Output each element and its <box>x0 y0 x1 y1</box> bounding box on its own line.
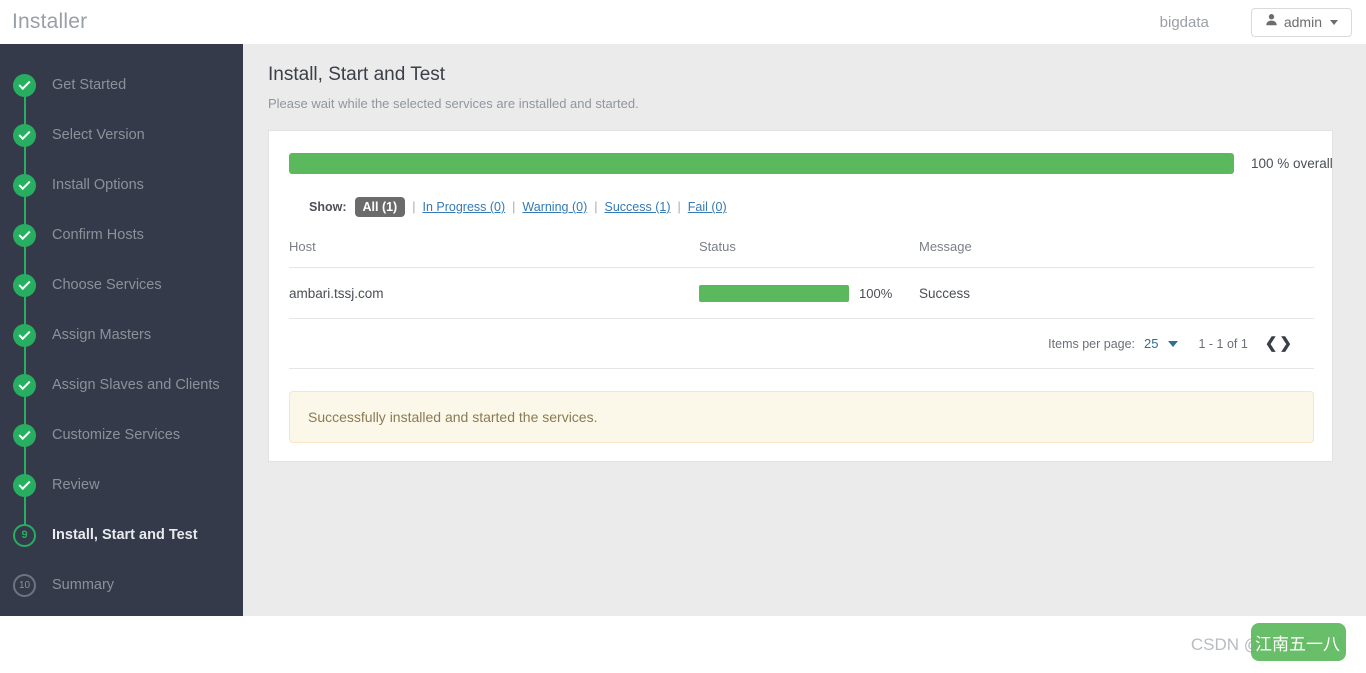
step-check-icon <box>13 423 36 447</box>
overall-progress-row: 100 % overall <box>289 153 1333 174</box>
user-menu-label: admin <box>1283 14 1322 30</box>
column-header-host[interactable]: Host <box>289 239 699 268</box>
watermark-strip: CSDN @江南五一八 江南五一八 <box>0 616 1366 673</box>
host-progress-label: 100% <box>859 286 893 301</box>
filter-warning[interactable]: Warning (0) <box>522 200 587 214</box>
main-content: Install, Start and Test Please wait whil… <box>243 44 1366 616</box>
paginator: Items per page: 25 1 - 1 of 1 ❮ ❯ <box>289 336 1312 351</box>
sidebar-item-label: Assign Masters <box>52 327 152 343</box>
user-icon <box>1265 13 1278 31</box>
success-alert: Successfully installed and started the s… <box>289 391 1314 443</box>
step-check-icon <box>13 323 36 347</box>
page-subtitle: Please wait while the selected services … <box>268 96 639 111</box>
filter-separator: | <box>412 200 416 214</box>
sidebar-item-label: Review <box>52 477 100 493</box>
step-check-icon <box>13 73 36 97</box>
step-check-icon <box>13 373 36 397</box>
page-body: Get Started Select Version Install Optio… <box>0 44 1366 616</box>
step-check-icon <box>13 473 36 497</box>
sidebar-item-confirm-hosts[interactable]: Confirm Hosts <box>0 210 243 285</box>
cell-message: Success <box>919 267 1314 319</box>
step-check-icon <box>13 123 36 147</box>
table-header-row: Host Status Message <box>289 239 1314 268</box>
paginator-divider <box>289 368 1314 369</box>
page-title: Install, Start and Test <box>268 64 446 85</box>
app-brand: Installer <box>12 10 88 33</box>
sidebar-item-label: Assign Slaves and Clients <box>52 377 220 393</box>
step-check-icon <box>13 273 36 297</box>
cell-status: 100% <box>699 267 919 319</box>
sidebar-item-label: Customize Services <box>52 427 181 443</box>
sidebar-item-review[interactable]: Review <box>0 460 243 535</box>
filter-separator: | <box>594 200 598 214</box>
sidebar-item-label: Install, Start and Test <box>52 527 198 543</box>
column-header-status[interactable]: Status <box>699 239 919 268</box>
sidebar-item-label: Get Started <box>52 77 127 93</box>
hosts-table: Host Status Message ambari.tssj.com 100% <box>289 239 1314 319</box>
filter-in-progress[interactable]: In Progress (0) <box>422 200 505 214</box>
overall-progress-bar <box>289 153 1234 174</box>
sidebar-item-label: Choose Services <box>52 277 162 293</box>
items-per-page-label: Items per page: <box>1048 336 1136 351</box>
top-bar: Installer bigdata admin <box>0 0 1366 44</box>
step-check-icon <box>13 173 36 197</box>
sidebar-item-label: Install Options <box>52 177 144 193</box>
caret-down-icon <box>1330 19 1338 25</box>
step-check-icon <box>13 223 36 247</box>
page-range: 1 - 1 of 1 <box>1198 336 1248 351</box>
chevron-right-icon[interactable]: ❯ <box>1279 336 1292 351</box>
sidebar-item-install-options[interactable]: Install Options <box>0 160 243 235</box>
sidebar-item-choose-services[interactable]: Choose Services <box>0 260 243 335</box>
chevron-down-icon[interactable] <box>1167 340 1178 347</box>
watermark-chip-text: 江南五一八 <box>1255 635 1340 654</box>
sidebar-item-select-version[interactable]: Select Version <box>0 110 243 185</box>
host-progress-bar <box>699 285 849 302</box>
page-arrows[interactable]: ❮ ❯ <box>1265 336 1292 351</box>
filter-separator: | <box>512 200 516 214</box>
filter-all[interactable]: All (1) <box>354 197 406 217</box>
sidebar-item-label: Select Version <box>52 127 145 143</box>
show-label: Show: <box>309 200 347 214</box>
sidebar-item-assign-masters[interactable]: Assign Masters <box>0 310 243 385</box>
sidebar-item-assign-slaves-and-clients[interactable]: Assign Slaves and Clients <box>0 360 243 435</box>
sidebar-item-customize-services[interactable]: Customize Services <box>0 410 243 485</box>
sidebar-item-summary[interactable]: 10 Summary <box>0 560 243 610</box>
cell-host: ambari.tssj.com <box>289 267 699 319</box>
top-bar-right: bigdata admin <box>1159 7 1366 37</box>
step-number-badge: 9 <box>13 523 36 547</box>
filter-success[interactable]: Success (1) <box>605 200 671 214</box>
status-filter-bar: Show: All (1) | In Progress (0) | Warnin… <box>289 197 1312 217</box>
filter-fail[interactable]: Fail (0) <box>688 200 727 214</box>
sidebar-item-label: Summary <box>52 577 115 593</box>
items-per-page-value[interactable]: 25 <box>1144 336 1158 351</box>
sidebar-item-get-started[interactable]: Get Started <box>0 60 243 135</box>
user-menu-button[interactable]: admin <box>1250 7 1352 37</box>
overall-progress-label: 100 % overall <box>1251 156 1333 171</box>
table-row[interactable]: ambari.tssj.com 100% Success <box>289 267 1314 319</box>
wizard-sidebar: Get Started Select Version Install Optio… <box>0 44 243 616</box>
install-progress-card: 100 % overall Show: All (1) | In Progres… <box>268 130 1333 462</box>
sidebar-item-label: Confirm Hosts <box>52 227 144 243</box>
sidebar-item-install-start-and-test[interactable]: 9 Install, Start and Test <box>0 510 243 560</box>
chevron-left-icon[interactable]: ❮ <box>1265 336 1278 351</box>
column-header-message[interactable]: Message <box>919 239 1314 268</box>
cluster-name: bigdata <box>1159 13 1209 31</box>
step-number-badge: 10 <box>13 573 36 597</box>
filter-separator: | <box>677 200 681 214</box>
